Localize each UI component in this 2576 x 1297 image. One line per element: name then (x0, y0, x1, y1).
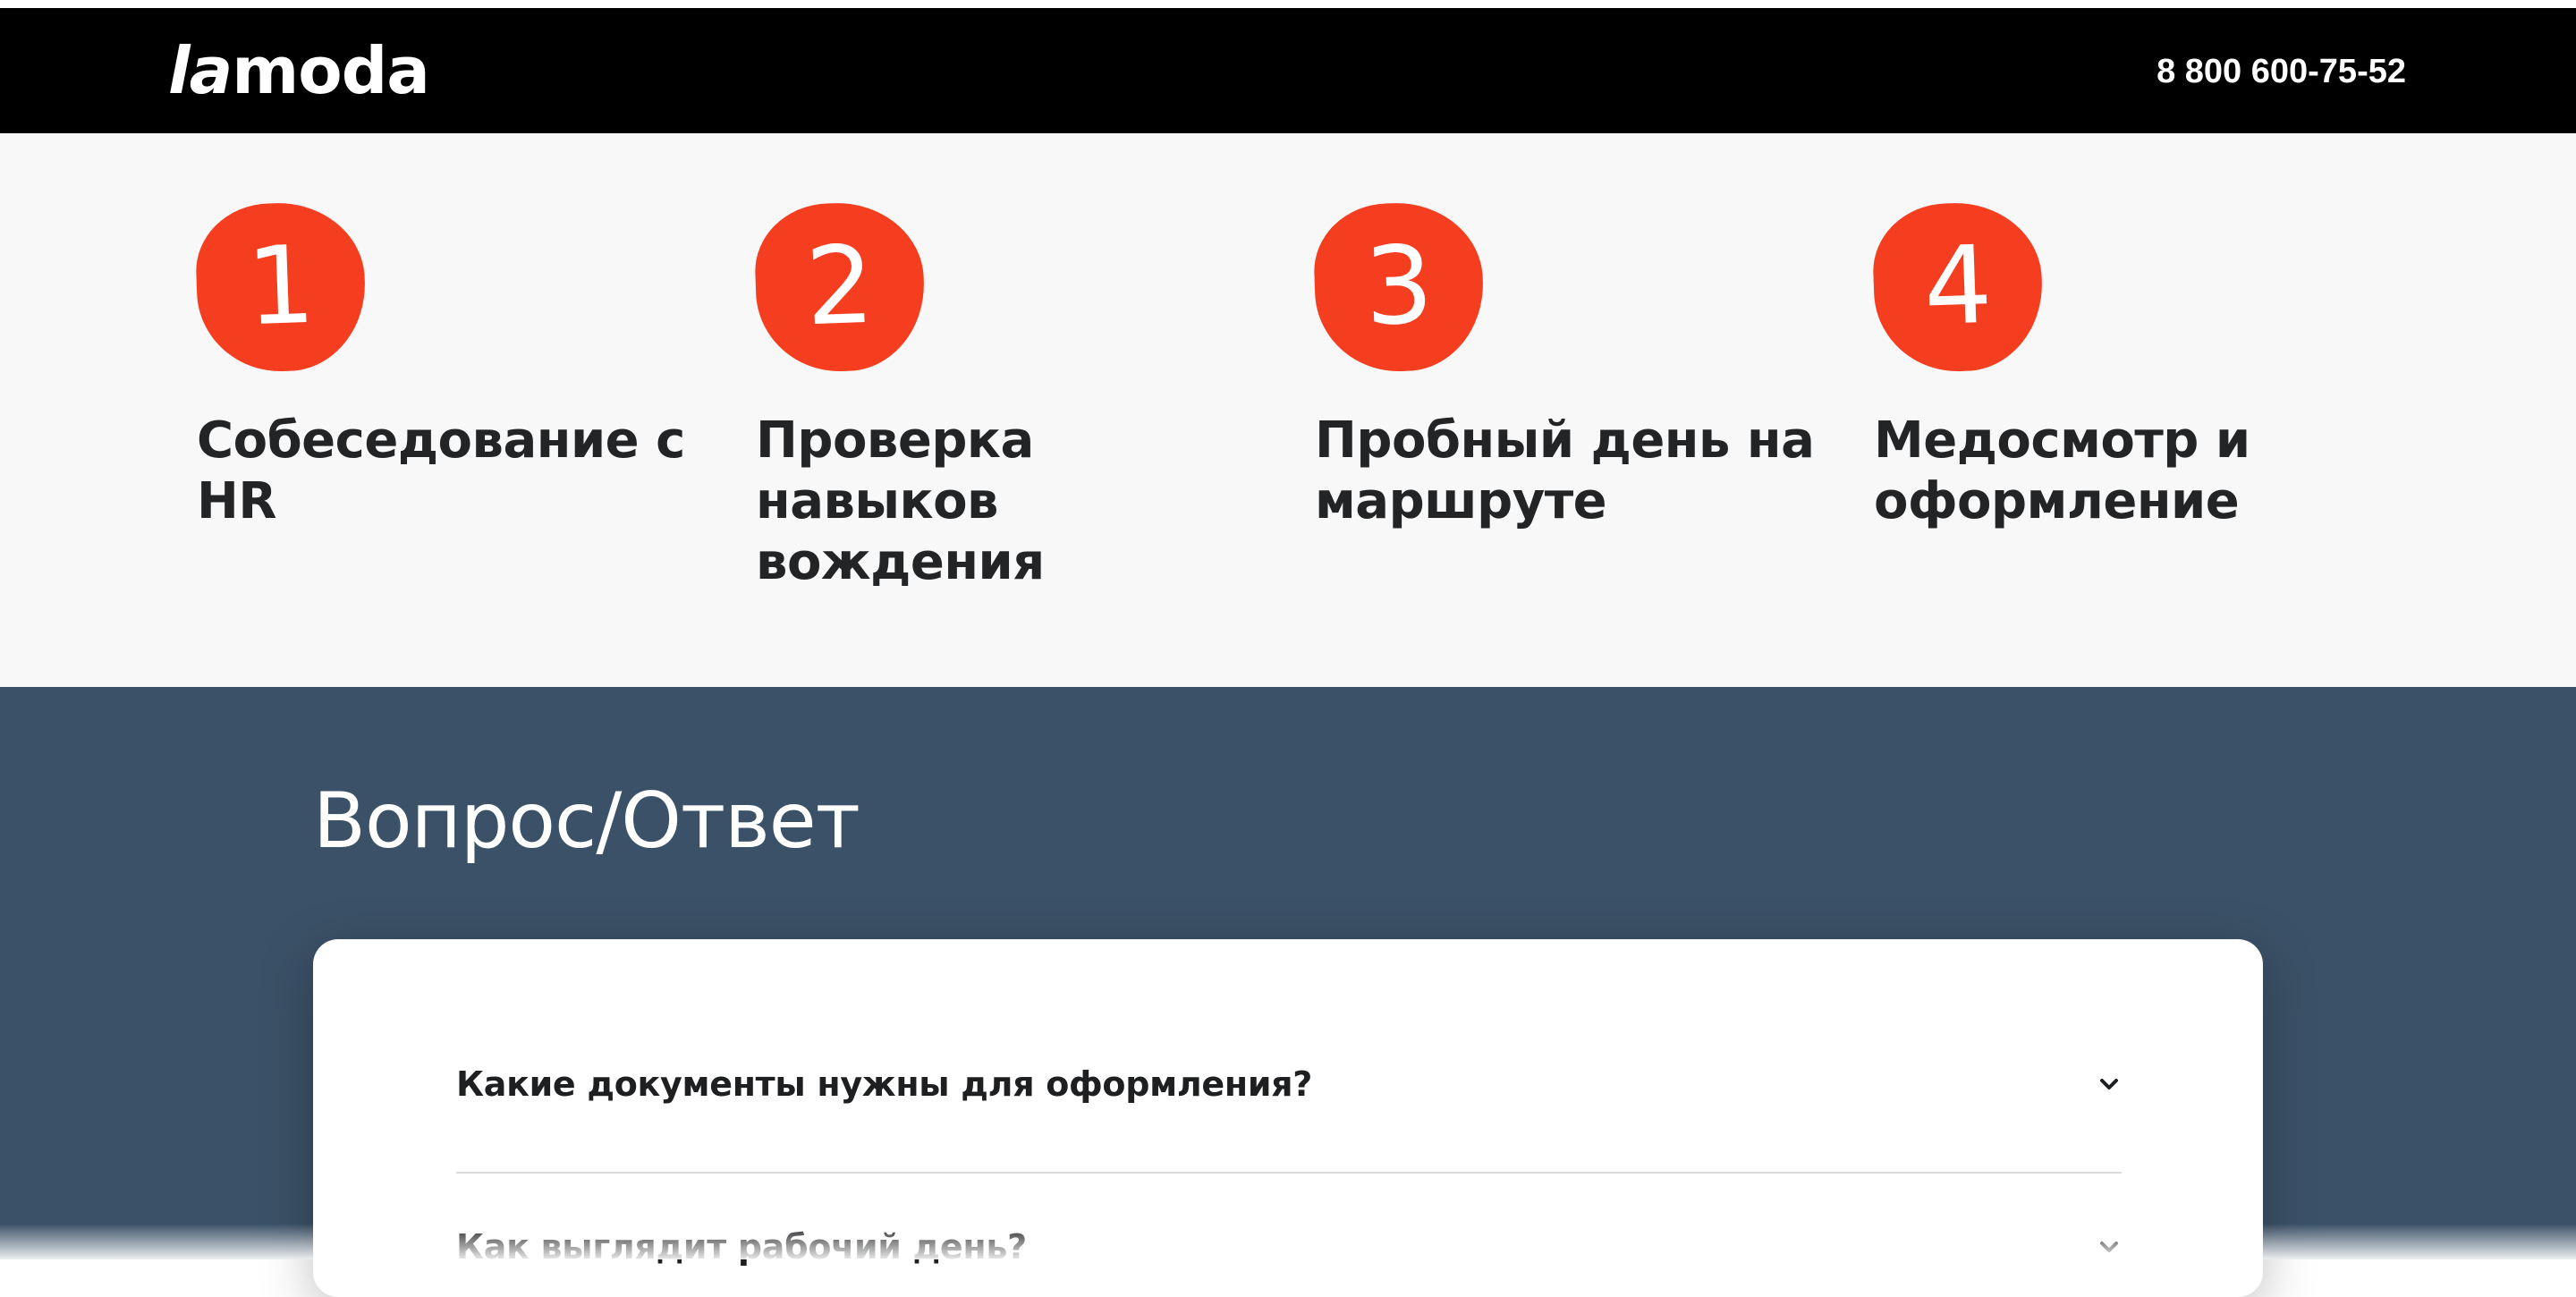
chevron-down-icon[interactable] (2097, 1072, 2122, 1097)
step-title: Проверка навыков вождения (756, 411, 1045, 591)
bottom-fade (0, 1224, 2576, 1259)
step-number-badge: 4 (1870, 199, 2046, 375)
step-title: Пробный день на маршруте (1315, 411, 1815, 530)
step-title: Медосмотр и оформление (1874, 411, 2250, 530)
step-title: Собеседование с HR (197, 411, 685, 530)
site-header: lamoda 8 800 600-75-52 (0, 8, 2576, 133)
step-2: 2 Проверка навыков вождения (752, 199, 1257, 593)
faq-divider (456, 1172, 2122, 1174)
step-4: 4 Медосмотр и оформление (1870, 199, 2375, 532)
faq-item[interactable]: Какие документы нужны для оформления? (456, 1064, 2122, 1104)
logo-moda: moda (232, 33, 430, 108)
logo-la: la (168, 33, 233, 108)
faq-section: Вопрос/Ответ Какие документы нужны для о… (0, 687, 2576, 1297)
step-number-badge: 2 (752, 199, 928, 375)
step-number-badge: 1 (193, 199, 369, 375)
step-1: 1 Собеседование с HR (193, 199, 698, 532)
faq-title: Вопрос/Ответ (313, 776, 860, 866)
phone-link[interactable]: 8 800 600-75-52 (2157, 53, 2406, 90)
step-3: 3 Пробный день на маршруте (1311, 199, 1816, 532)
faq-question: Какие документы нужны для оформления? (456, 1064, 1313, 1104)
hiring-steps: 1 Собеседование с HR 2 Проверка навыков … (0, 133, 2576, 687)
step-number-badge: 3 (1311, 199, 1487, 375)
top-strip (0, 0, 2576, 8)
lamoda-logo[interactable]: lamoda (168, 33, 430, 108)
